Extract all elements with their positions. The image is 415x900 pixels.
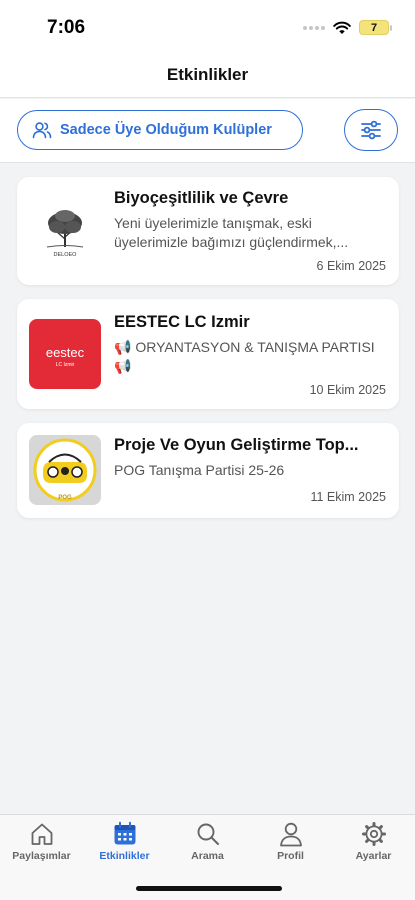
event-description: POG Tanışma Partisi 25-26 (114, 462, 285, 478)
filter-settings-button[interactable] (344, 109, 398, 151)
wifi-icon (333, 21, 351, 34)
status-icons: 7 (303, 20, 392, 35)
biodiversity-logo-text: DELOEO (54, 252, 78, 258)
calendar-icon (114, 821, 135, 845)
event-card-body: EESTEC LC Izmir 📢 ORYANTASYON & TANIŞMA … (114, 313, 386, 376)
club-logo-biodiversity: DELOEO (29, 196, 101, 266)
status-time: 7:06 (47, 17, 86, 38)
tab-ayarlar[interactable]: Ayarlar (332, 821, 415, 862)
event-list: DELOEO Biyoçeşitlilik ve Çevre Yeni üyel… (17, 177, 399, 532)
tab-label: Etkinlikler (99, 850, 150, 862)
event-card-body: Proje Ve Oyun Geliştirme Top... POG Tanı… (114, 436, 386, 480)
gear-icon (361, 822, 386, 846)
tab-profil[interactable]: Profil (249, 821, 332, 862)
event-date: 11 Ekim 2025 (310, 490, 386, 504)
tab-label: Profil (277, 850, 304, 862)
eestec-logo-subtext: LC Izmir (56, 362, 75, 368)
club-logo-eestec: eestec LC Izmir (29, 319, 101, 389)
cellular-signal-icon (303, 25, 325, 30)
my-clubs-filter-button[interactable]: Sadece Üye Olduğum Kulüpler (17, 110, 303, 150)
tab-arama[interactable]: Arama (166, 821, 249, 862)
event-card-body: Biyoçeşitlilik ve Çevre Yeni üyelerimizl… (114, 189, 386, 252)
tab-paylasimlar[interactable]: Paylaşımlar (0, 821, 83, 862)
club-name: EESTEC LC Izmir (114, 313, 250, 331)
page-title: Etkinlikler (166, 64, 249, 84)
tab-label: Ayarlar (355, 850, 392, 862)
tab-label: Arama (191, 850, 224, 862)
tab-etkinlikler[interactable]: Etkinlikler (83, 821, 166, 862)
home-indicator[interactable] (136, 886, 282, 891)
my-clubs-filter-label: Sadece Üye Olduğum Kulüpler (60, 122, 272, 138)
battery-level: 7 (370, 21, 378, 34)
home-icon (31, 823, 52, 845)
tab-label: Paylaşımlar (12, 850, 71, 862)
battery-indicator: 7 (359, 20, 392, 35)
event-card[interactable]: eestec LC Izmir EESTEC LC Izmir 📢 ORYANT… (17, 299, 399, 409)
club-name: Proje Ve Oyun Geliştirme Top... (114, 436, 359, 454)
event-card[interactable]: POG Proje Ve Oyun Geliştirme Top... POG … (17, 423, 399, 518)
person-icon (279, 822, 302, 847)
filter-row: Sadece Üye Olduğum Kulüpler (0, 99, 415, 163)
eestec-logo-text: eestec (46, 345, 85, 360)
pog-logo-text: POG (58, 495, 72, 501)
sliders-icon (361, 120, 381, 140)
nav-header: Etkinlikler (0, 52, 415, 98)
event-description: Yeni üyelerimizle tanışmak, eski üyeleri… (114, 215, 349, 250)
event-description: 📢 ORYANTASYON & TANIŞMA PARTISI 📢 (114, 339, 375, 374)
search-icon (197, 823, 219, 845)
people-icon (32, 122, 52, 139)
event-date: 6 Ekim 2025 (316, 259, 386, 273)
club-logo-pog: POG (29, 435, 101, 505)
status-bar: 7:06 7 (0, 0, 415, 52)
club-name: Biyoçeşitlilik ve Çevre (114, 189, 289, 207)
event-card[interactable]: DELOEO Biyoçeşitlilik ve Çevre Yeni üyel… (17, 177, 399, 285)
event-date: 10 Ekim 2025 (309, 383, 386, 397)
